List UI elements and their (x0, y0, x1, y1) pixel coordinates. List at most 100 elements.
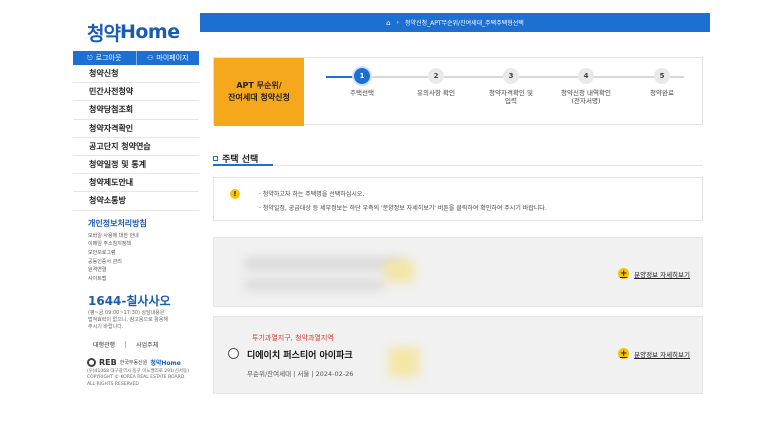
divider (125, 340, 127, 348)
blurred-content (389, 347, 419, 377)
footer-reb: REB (99, 357, 117, 367)
step-title-line: APT 무순위/ (236, 81, 282, 90)
footer-brand: REB 한국부동산원 청약Home (73, 357, 199, 367)
logo-korean: 청약 (87, 22, 121, 45)
step-label-line: 청약완료 (650, 89, 674, 97)
sub-link[interactable]: 원격연결 (88, 266, 199, 275)
reb-logo-icon (87, 357, 96, 367)
home-icon[interactable]: ⌂ (386, 19, 390, 27)
sub-link[interactable]: 보안프로그램 (88, 249, 199, 258)
step-4: 4 청약신청 내역확인 (전자서명) (546, 68, 626, 105)
footer-line: COPYRIGHT © KOREA REAL ESTATE BOARD. (87, 375, 186, 381)
housing-select-radio[interactable] (228, 348, 239, 359)
step-label-line: 주택선택 (350, 89, 374, 97)
cs-desc-line: (평~금 09:00~17:30) 상담내용은 (88, 309, 165, 316)
blurred-content (244, 280, 384, 290)
step-label-line: 청약신청 내역확인 (561, 89, 611, 97)
step-2: 2 유의사항 확인 (396, 68, 476, 97)
utility-links: 대행관행 사업주체 (73, 340, 199, 349)
warning-icon: ! (230, 189, 240, 199)
util-link-developer[interactable]: 사업주체 (136, 340, 158, 349)
step-indicator: APT 무순위/ 잔여세대 청약신청 1 주택선택 2 유의사항 확인 3 청약… (213, 57, 703, 126)
cs-desc-line: 법적효력이 없으니, 참고용으로 활용해 (88, 316, 168, 323)
step-number: 5 (654, 68, 670, 84)
sub-link[interactable]: 모바일 사용에 대한 안내 (88, 232, 199, 241)
step-label-line: 입력 (505, 97, 517, 105)
mypage-label: 마이페이지 (156, 54, 189, 62)
step-5: 5 청약완료 (622, 68, 702, 97)
housing-name: 디에이치 퍼스티어 아이파크 (247, 351, 353, 361)
user-icon: ⚇ (147, 54, 154, 62)
breadcrumb-separator: › (396, 19, 400, 26)
regulation-tag: 투기과열지구, 청약과열지역 (252, 334, 334, 342)
step-label: 청약완료 (622, 89, 702, 97)
logo-english: Home (119, 21, 180, 43)
housing-card[interactable]: 투기과열지구, 청약과열지역 디에이치 퍼스티어 아이파크 무순위/잔여세대 |… (213, 316, 703, 394)
step-number: 2 (428, 68, 444, 84)
plus-icon: + (618, 348, 630, 359)
notice-box: ! · 청약하고자 하는 주택명을 선택하십시오. · 청약일정, 공급대상 등… (213, 177, 703, 221)
util-link-agency[interactable]: 대행관행 (93, 340, 115, 349)
section-divider-accent (213, 164, 273, 166)
step-1: 1 주택선택 (322, 68, 402, 97)
section-divider (213, 165, 703, 166)
step-label: 청약신청 내역확인 (전자서명) (546, 89, 626, 105)
footer-org-name: 한국부동산원 (119, 359, 148, 366)
sidebar-item-winner-lookup[interactable]: 청약당첨조회 (73, 101, 199, 120)
step-number: 1 (354, 68, 370, 84)
step-number: 3 (503, 68, 519, 84)
detail-info-label: 분양정보 자세히보기 (634, 350, 690, 359)
logout-icon: ⎋ (87, 53, 93, 62)
step-label: 주택선택 (322, 89, 402, 97)
detail-info-link[interactable]: + 분양정보 자세히보기 (618, 348, 690, 359)
notice-line: · 청약하고자 하는 주택명을 선택하십시오. (259, 191, 365, 198)
sidebar-item-private-pre-subscription[interactable]: 민간사전청약 (73, 83, 199, 102)
plus-icon: + (618, 268, 630, 279)
sidebar-nav: 청약신청 민간사전청약 청약당첨조회 청약자격확인 공고단지 청약연습 청약일정… (73, 65, 199, 211)
footer-line: ALL RIGHTS RESERVED (87, 381, 139, 387)
customer-service-desc: (평~금 09:00~17:30) 상담내용은 법적효력이 없으니, 참고용으로… (73, 310, 199, 331)
sidebar: 청약 Home ⎋ 로그아웃 ⚇ 마이페이지 청약신청 민간사전청약 청약당첨조… (73, 13, 199, 423)
page: 청약 Home ⎋ 로그아웃 ⚇ 마이페이지 청약신청 민간사전청약 청약당첨조… (0, 0, 780, 438)
detail-info-link[interactable]: + 분양정보 자세히보기 (618, 268, 690, 279)
step-label-line: (전자서명) (571, 97, 601, 105)
sidebar-item-community[interactable]: 청약소통방 (73, 192, 199, 211)
step-label-line: 청약자격확인 및 (489, 89, 533, 97)
sidebar-item-schedule-stats[interactable]: 청약일정 및 통계 (73, 156, 199, 175)
cs-desc-line: 주시기 바랍니다. (88, 323, 124, 330)
step-label: 유의사항 확인 (396, 89, 476, 97)
step-label-line: 유의사항 확인 (417, 89, 455, 97)
blurred-content (384, 260, 414, 282)
logout-label: 로그아웃 (95, 54, 122, 62)
mypage-button[interactable]: ⚇ 마이페이지 (135, 51, 200, 65)
breadcrumb: ⌂ › 청약신청_APT무순위/잔여세대_주택주택형선택 (200, 13, 710, 32)
main-content: APT 무순위/ 잔여세대 청약신청 1 주택선택 2 유의사항 확인 3 청약… (200, 32, 710, 423)
sidebar-item-apply[interactable]: 청약신청 (73, 65, 199, 84)
sub-link[interactable]: 사이트맵 (88, 275, 199, 284)
sidebar-item-system-guide[interactable]: 청약제도안내 (73, 174, 199, 193)
sub-link[interactable]: 공동인증서 관리 (88, 258, 199, 267)
step-3: 3 청약자격확인 및 입력 (471, 68, 551, 105)
sub-link[interactable]: 이메일 주소침지정책 (88, 240, 199, 249)
customer-service-phone: 1644-칠사사오 (88, 293, 171, 308)
housing-card[interactable]: + 분양정보 자세히보기 (213, 237, 703, 307)
site-logo[interactable]: 청약 Home (73, 13, 199, 51)
step-title-line: 잔여세대 청약신청 (228, 93, 290, 102)
footer-copyright: (우)41068 대구광역시 동구 이노밸리로 291(신서동) COPYRIG… (73, 369, 199, 389)
logout-button[interactable]: ⎋ 로그아웃 (73, 51, 136, 65)
housing-meta: 무순위/잔여세대 | 서울 | 2024-02-26 (247, 370, 354, 378)
sidebar-item-eligibility-check[interactable]: 청약자격확인 (73, 120, 199, 138)
blurred-content (244, 258, 404, 270)
detail-info-label: 분양정보 자세히보기 (634, 270, 690, 279)
footer-sub-brand: 청약Home (150, 359, 181, 367)
auth-bar: ⎋ 로그아웃 ⚇ 마이페이지 (73, 51, 199, 65)
breadcrumb-path[interactable]: 청약신청_APT무순위/잔여세대_주택주택형선택 (405, 18, 524, 27)
section-bullet-icon (213, 156, 218, 161)
step-label: 청약자격확인 및 입력 (471, 89, 551, 105)
sidebar-item-practice[interactable]: 공고단지 청약연습 (73, 138, 199, 156)
step-indicator-title: APT 무순위/ 잔여세대 청약신청 (214, 58, 304, 126)
notice-line: · 청약일정, 공급대상 등 세부정보는 하단 우측의 '분양정보 자세히보기'… (259, 205, 547, 212)
sub-links: 모바일 사용에 대한 안내 이메일 주소침지정책 보안프로그램 공동인증서 관리… (73, 232, 199, 284)
privacy-policy-link[interactable]: 개인정보처리방침 (73, 218, 199, 229)
step-number: 4 (578, 68, 594, 84)
